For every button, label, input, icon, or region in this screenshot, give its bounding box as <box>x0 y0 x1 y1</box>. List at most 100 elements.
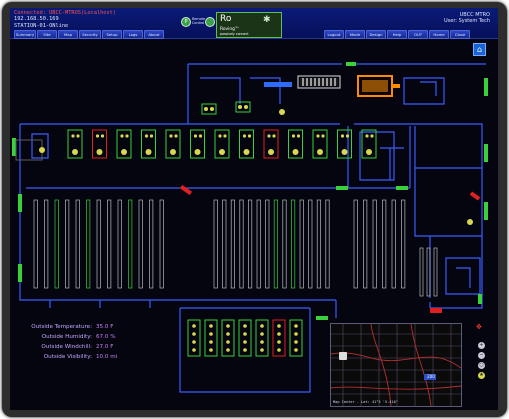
storage-racks <box>33 199 438 297</box>
dock-light <box>243 324 247 328</box>
weather-map[interactable]: 200 Map Center - Lat: 41°3 '5.410" <box>330 323 462 407</box>
dock-light <box>294 324 298 328</box>
rack <box>256 199 261 289</box>
dock-light <box>218 134 222 138</box>
counter-fill <box>300 78 338 86</box>
dock-door[interactable] <box>214 129 230 159</box>
dock-light <box>277 340 281 344</box>
dock-light <box>260 324 264 328</box>
dock-light <box>198 134 203 138</box>
pan-arrows-icon[interactable]: ✥ <box>476 324 482 331</box>
dock-light <box>243 149 250 155</box>
dock-door[interactable] <box>190 129 205 159</box>
dock-light <box>72 149 78 155</box>
dock-door[interactable] <box>92 129 107 159</box>
dock-door[interactable] <box>165 129 181 159</box>
bottom-dock-door[interactable] <box>272 319 286 357</box>
rack <box>265 199 270 289</box>
rack <box>308 199 313 289</box>
dock-light <box>209 348 213 352</box>
map-roads <box>331 324 461 406</box>
dock-door[interactable] <box>361 129 377 159</box>
bottom-dock-door[interactable] <box>187 319 201 357</box>
dock-light <box>219 149 225 155</box>
weather-label: Outside Humidity: <box>41 334 92 340</box>
rack <box>107 199 112 289</box>
rack <box>363 199 368 289</box>
dock-light <box>125 134 129 138</box>
rack <box>44 199 49 289</box>
dock-light <box>247 134 252 138</box>
zoom-reset-icon[interactable]: ○ <box>478 362 485 369</box>
dock-light <box>226 340 230 344</box>
dock-door[interactable] <box>116 129 132 159</box>
dock-door[interactable] <box>337 129 352 159</box>
weather-row: Outside Windchill: 27.0 F <box>20 342 136 352</box>
zoom-in-icon[interactable]: + <box>478 342 485 349</box>
dock-light <box>192 324 196 328</box>
dock-door[interactable] <box>312 129 328 159</box>
layers-icon[interactable]: ★ <box>478 372 485 379</box>
dock-door[interactable] <box>67 129 83 159</box>
dock-light <box>243 340 247 344</box>
rack <box>117 199 122 289</box>
dock-light <box>294 348 298 352</box>
rack <box>299 199 304 289</box>
dock-light <box>71 134 75 138</box>
dock-light <box>292 149 299 155</box>
dock-light <box>260 340 264 344</box>
dock-light <box>76 134 80 138</box>
dock-light <box>365 134 369 138</box>
rack <box>273 199 278 289</box>
rack <box>96 199 101 289</box>
dock-light <box>260 348 264 352</box>
dock-light <box>267 134 271 138</box>
conveyor-equipment[interactable] <box>357 75 400 97</box>
dock-light <box>294 340 298 344</box>
dock-light <box>149 134 154 138</box>
zoom-out-icon[interactable]: − <box>478 352 485 359</box>
weather-row: Outside Temperature: 35.0 F <box>20 322 136 332</box>
rack <box>353 199 358 289</box>
dock-light <box>317 149 323 155</box>
bottom-dock-door[interactable] <box>289 319 303 357</box>
dock-door[interactable] <box>141 129 156 159</box>
dock-door[interactable] <box>288 129 303 159</box>
bottom-dock-door[interactable] <box>255 319 269 357</box>
dock-light <box>170 149 176 155</box>
rack <box>75 199 80 289</box>
rack <box>86 199 91 289</box>
dock-light <box>243 348 247 352</box>
rack <box>382 199 387 289</box>
room-lights <box>15 101 473 225</box>
dock-light <box>345 134 350 138</box>
rack <box>433 247 438 297</box>
bottom-dock-door[interactable] <box>204 319 218 357</box>
dock-light <box>193 134 198 138</box>
bottom-dock-door[interactable] <box>221 319 235 357</box>
dock-light <box>226 348 230 352</box>
dock-doors <box>67 129 377 159</box>
dock-light <box>209 324 213 328</box>
weather-label: Outside Windchill: <box>41 344 92 350</box>
dock-light <box>100 134 105 138</box>
dock-light <box>209 340 213 344</box>
dock-light <box>192 348 196 352</box>
rack <box>248 199 253 289</box>
rack <box>401 199 406 289</box>
dock-light <box>316 134 320 138</box>
dock-door[interactable] <box>263 129 279 159</box>
door-markers <box>12 62 488 320</box>
rack <box>372 199 377 289</box>
rack <box>316 199 321 289</box>
dock-light <box>192 340 196 344</box>
rack <box>159 199 164 289</box>
dock-door[interactable] <box>239 129 254 159</box>
alarm-markers <box>179 184 481 313</box>
dock-light <box>277 348 281 352</box>
dock-light <box>226 332 230 336</box>
bottom-dock-door[interactable] <box>238 319 252 357</box>
dock-light <box>174 134 178 138</box>
dock-light <box>268 149 274 155</box>
weather-label: Outside Visibility: <box>43 354 92 360</box>
